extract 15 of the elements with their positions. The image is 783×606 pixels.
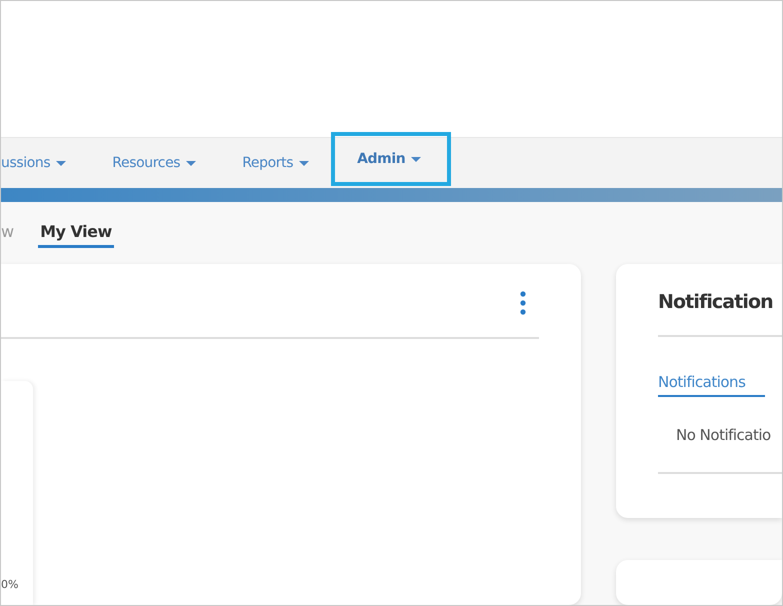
card-title: Notification (658, 264, 782, 337)
more-options-icon[interactable] (520, 290, 526, 314)
nav-menu-item[interactable]: Reports (242, 138, 310, 188)
nav-menu-item[interactable]: Resources (112, 138, 196, 188)
axis-label: 0% (1, 578, 18, 591)
nav-menu-item[interactable]: Admin (335, 138, 448, 180)
caret-icon (56, 160, 66, 166)
empty-message: No Notificatio (658, 397, 782, 474)
view-tab[interactable]: My View (38, 222, 114, 248)
caret-icon (186, 160, 196, 166)
view-tab[interactable]: w (1, 222, 14, 248)
notifications-tab[interactable]: Notifications (658, 373, 765, 397)
nav-menu-item[interactable]: ussions (1, 138, 66, 188)
caret-icon (411, 156, 422, 162)
caret-icon (299, 160, 310, 166)
